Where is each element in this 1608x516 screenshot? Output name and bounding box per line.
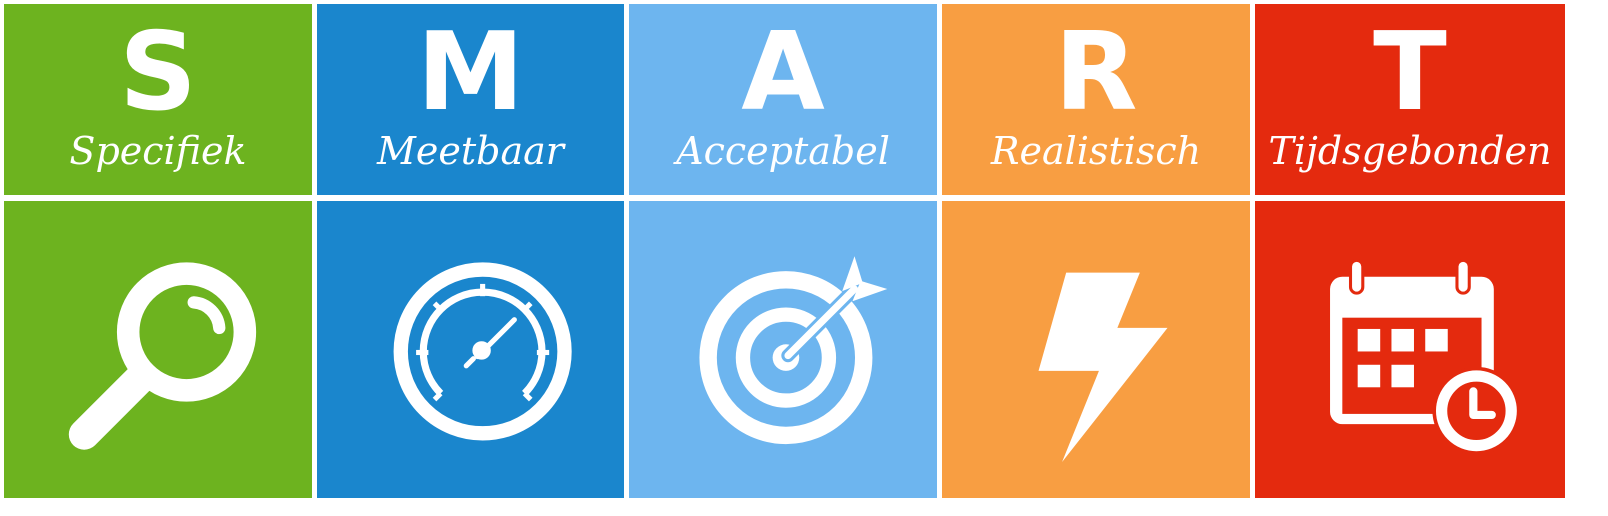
smart-grid: S Specifiek M Meetbaar A Acceptabel R Re… (0, 0, 1608, 516)
word-acceptabel: Acceptabel (676, 129, 890, 173)
letter-s: S (119, 10, 197, 135)
letter-a: A (741, 10, 825, 135)
word-realistisch: Realistisch (990, 129, 1202, 173)
tile-bottom-m (317, 201, 624, 498)
word-meetbaar: Meetbaar (377, 129, 564, 173)
tile-bottom-t (1255, 201, 1565, 498)
calendar-clock-icon (1330, 258, 1521, 455)
tile-top-s: S Specifiek (4, 4, 312, 195)
tile-bottom-s (4, 201, 312, 498)
target-arrow-icon (699, 256, 888, 445)
letter-t: T (1373, 10, 1447, 135)
tile-bottom-a (629, 201, 937, 498)
letter-m: M (416, 10, 525, 135)
speedometer-icon (393, 262, 572, 441)
magnifying-glass-icon (68, 262, 257, 450)
tile-bottom-r (942, 201, 1250, 498)
letter-r: R (1054, 10, 1138, 135)
tile-top-a: A Acceptabel (629, 4, 937, 195)
tile-top-m: M Meetbaar (317, 4, 624, 195)
word-tijdsgebonden: Tijdsgebonden (1268, 129, 1552, 173)
word-specifiek: Specifiek (69, 129, 247, 173)
lightning-bolt-icon (1038, 272, 1168, 463)
tile-top-t: T Tijdsgebonden (1255, 4, 1565, 195)
tile-top-r: R Realistisch (942, 4, 1250, 195)
